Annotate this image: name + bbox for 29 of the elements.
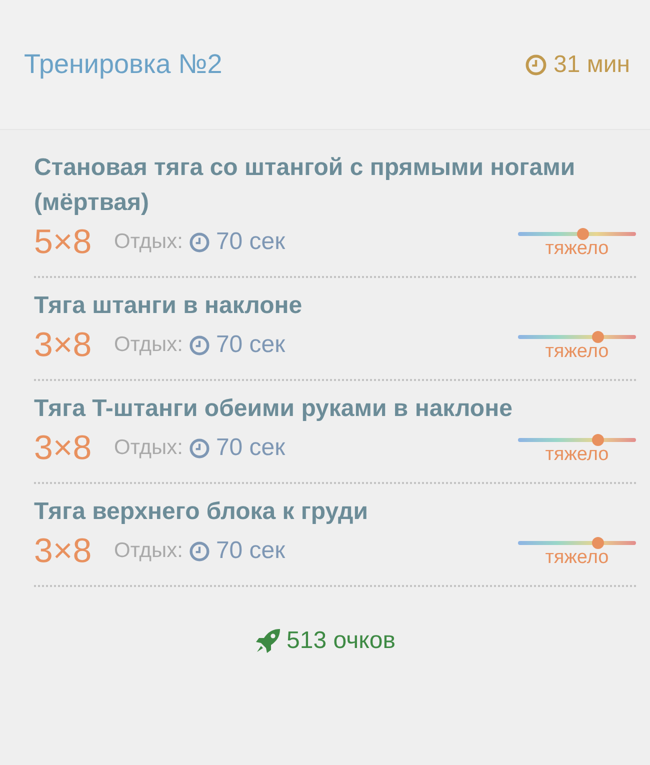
difficulty-label: тяжело xyxy=(545,444,609,466)
workout-title: Тренировка №2 xyxy=(24,49,222,80)
rest-label: Отдых: xyxy=(114,333,183,357)
clock-icon xyxy=(188,438,210,458)
rest-time: 70 сек xyxy=(216,434,286,462)
clock-icon xyxy=(188,232,210,252)
clock-icon xyxy=(525,54,548,76)
exercise-name: Становая тяга со штангой с прямыми ногами (мёртвая) xyxy=(34,153,576,218)
sets-reps: 5×8 xyxy=(34,222,93,262)
duration: 31 мин xyxy=(553,50,630,78)
rest-time: 70 сек xyxy=(216,228,286,256)
points: 513 очков xyxy=(286,627,396,655)
rest-time: 70 сек xyxy=(216,331,286,359)
sets-reps: 3×8 xyxy=(34,428,93,468)
rest-label: Отдых: xyxy=(114,230,183,254)
rocket-icon xyxy=(254,628,281,654)
difficulty-label: тяжело xyxy=(545,341,609,363)
clock-icon xyxy=(188,334,210,356)
rest-label: Отдых: xyxy=(114,436,183,460)
clock-icon xyxy=(188,540,210,562)
difficulty-label: тяжело xyxy=(545,547,609,569)
rest-time: 70 сек xyxy=(216,537,286,565)
exercise-name: Тяга T-штанги обеими руками в наклоне xyxy=(34,394,514,424)
exercise-name: Тяга штанги в наклоне xyxy=(34,291,304,321)
exercise-name: Тяга верхнего блока к груди xyxy=(34,497,370,527)
sets-reps: 3×8 xyxy=(34,326,93,364)
rest-label: Отдых: xyxy=(114,539,183,563)
difficulty-label: тяжело xyxy=(545,238,609,260)
sets-reps: 3×8 xyxy=(34,532,93,570)
